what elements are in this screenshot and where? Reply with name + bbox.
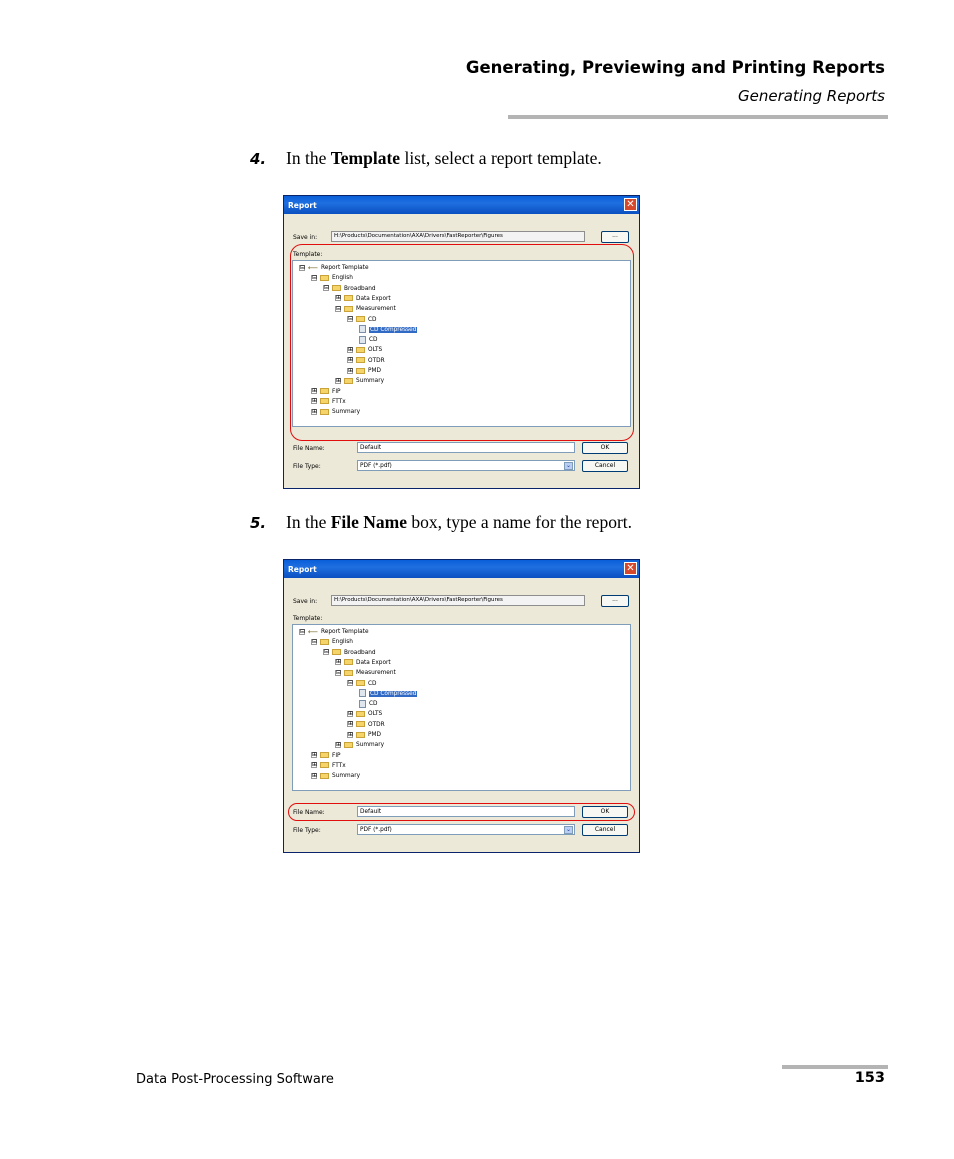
- tree-node-label: Summary: [356, 742, 385, 749]
- report-dialog-template: Report ✕ Save in: H:\Products\Documentat…: [283, 195, 640, 489]
- collapse-icon[interactable]: ⊟: [335, 669, 341, 676]
- tree-node-label: English: [332, 639, 353, 646]
- close-icon[interactable]: ✕: [624, 198, 637, 211]
- tree-node-label: FTTx: [332, 762, 346, 769]
- step-4-text: In the Template list, select a report te…: [286, 148, 602, 168]
- cancel-button[interactable]: Cancel: [582, 460, 628, 472]
- expand-icon[interactable]: ⊞: [311, 752, 317, 759]
- tree-node[interactable]: CD: [359, 699, 378, 709]
- save-in-label: Save in:: [293, 234, 318, 241]
- expand-icon[interactable]: ⊞: [347, 731, 353, 738]
- page-number: 153: [854, 1070, 885, 1086]
- header-rule: [508, 115, 888, 119]
- tree-node-label: Broadband: [344, 649, 376, 656]
- folder-icon: [320, 752, 329, 759]
- tree-node[interactable]: CD Compressed: [359, 689, 418, 699]
- tree-node-label: Data Export: [356, 659, 391, 666]
- tree-node-label: CD Compressed: [369, 690, 418, 697]
- expand-icon[interactable]: ⊞: [335, 741, 341, 748]
- footer-rule: [782, 1065, 888, 1069]
- chevron-down-icon[interactable]: ⌄: [564, 826, 573, 834]
- cancel-button[interactable]: Cancel: [582, 824, 628, 836]
- collapse-icon[interactable]: ⊟: [299, 628, 305, 635]
- template-tree[interactable]: ⊟ ⟵ Report Template ⊟ English ⊟ Broadband ⊞ Data…: [292, 624, 631, 791]
- tree-node-label: CD: [369, 701, 378, 708]
- tree-node-label: CD: [368, 680, 377, 687]
- dialog-title: Report: [288, 201, 317, 210]
- expand-icon[interactable]: ⊞: [347, 710, 353, 717]
- expand-icon[interactable]: ⊞: [311, 772, 317, 779]
- folder-icon: [356, 731, 365, 738]
- tree-node[interactable]: ⊞ Data Export: [335, 658, 391, 668]
- folder-icon: [320, 762, 329, 769]
- file-name-field[interactable]: Default: [357, 442, 575, 453]
- folder-icon: [356, 680, 365, 686]
- step-5-number: 5.: [250, 514, 267, 532]
- file-type-select[interactable]: PDF (*.pdf) ⌄: [357, 824, 575, 835]
- tree-node[interactable]: ⊞ OLTS: [347, 709, 382, 719]
- tree-node-label: Measurement: [356, 670, 396, 677]
- tree-node[interactable]: ⊟ ⟵ Report Template: [299, 627, 369, 637]
- report-dialog-filename: Report ✕ Save in: H:\Products\Documentat…: [283, 559, 640, 853]
- expand-icon[interactable]: ⊞: [311, 762, 317, 769]
- browse-button[interactable]: ...: [601, 595, 629, 607]
- collapse-icon[interactable]: ⊟: [347, 680, 353, 686]
- expand-icon[interactable]: ⊞: [347, 721, 353, 728]
- dialog-title: Report: [288, 565, 317, 574]
- folder-icon: [344, 659, 353, 666]
- close-icon[interactable]: ✕: [624, 562, 637, 575]
- folder-icon: [356, 721, 365, 728]
- tree-node-label: FIP: [332, 752, 341, 759]
- tree-node-label: Report Template: [321, 629, 369, 635]
- step-4-number: 4.: [250, 150, 267, 168]
- tree-node-label: OLTS: [368, 711, 383, 718]
- save-in-label: Save in:: [293, 598, 318, 605]
- document-icon: [359, 699, 366, 708]
- tree-node-label: PMD: [368, 732, 381, 738]
- filename-highlight-oval: [288, 803, 635, 821]
- folder-icon: [356, 710, 365, 717]
- footer-doc-title: Data Post-Processing Software: [136, 1072, 334, 1087]
- file-name-label: File Name:: [293, 445, 325, 452]
- expand-icon[interactable]: ⊞: [335, 659, 341, 666]
- tree-node[interactable]: ⊟ Broadband: [323, 648, 376, 658]
- tree-node[interactable]: ⊞ OTDR: [347, 720, 385, 730]
- tree-node[interactable]: ⊞ PMD: [347, 730, 381, 740]
- folder-icon: [344, 741, 353, 748]
- root-icon: ⟵: [308, 627, 319, 636]
- tree-node[interactable]: ⊟ CD: [347, 679, 377, 689]
- folder-icon: [332, 649, 341, 656]
- collapse-icon[interactable]: ⊟: [311, 638, 317, 645]
- folder-icon: [320, 638, 329, 645]
- folder-icon: [320, 772, 329, 779]
- ok-button[interactable]: OK: [582, 442, 628, 454]
- file-type-value: PDF (*.pdf): [360, 463, 392, 469]
- tree-node[interactable]: ⊞ FTTx: [311, 761, 346, 771]
- chevron-down-icon[interactable]: ⌄: [564, 462, 573, 470]
- template-label: Template:: [293, 615, 323, 622]
- tree-node-label: OTDR: [368, 721, 385, 728]
- folder-icon: [344, 669, 353, 676]
- file-type-label: File Type:: [293, 827, 321, 834]
- tree-node[interactable]: ⊞ Summary: [335, 740, 384, 750]
- tree-node[interactable]: ⊟ Measurement: [335, 668, 396, 678]
- template-highlight-oval: [290, 244, 634, 441]
- file-type-select[interactable]: PDF (*.pdf) ⌄: [357, 460, 575, 471]
- tree-node-label: Summary: [332, 773, 361, 780]
- save-in-path: H:\Products\Documentation\AXA\Drivers\Fa…: [331, 595, 585, 606]
- tree-node[interactable]: ⊟ English: [311, 637, 353, 647]
- save-in-path: H:\Products\Documentation\AXA\Drivers\Fa…: [331, 231, 585, 242]
- step-5-text: In the File Name box, type a name for th…: [286, 512, 633, 532]
- collapse-icon[interactable]: ⊟: [323, 649, 329, 656]
- browse-button[interactable]: ...: [601, 231, 629, 243]
- dialog-titlebar: Report ✕: [284, 560, 639, 578]
- document-icon: [359, 689, 366, 698]
- file-type-label: File Type:: [293, 463, 321, 470]
- tree-node[interactable]: ⊞ Summary: [311, 771, 360, 781]
- page-header-title: Generating, Previewing and Printing Repo…: [465, 58, 885, 77]
- page-header-subtitle: Generating Reports: [737, 87, 885, 105]
- file-type-value: PDF (*.pdf): [360, 827, 392, 833]
- dialog-titlebar: Report ✕: [284, 196, 639, 214]
- tree-node[interactable]: ⊞ FIP: [311, 751, 341, 761]
